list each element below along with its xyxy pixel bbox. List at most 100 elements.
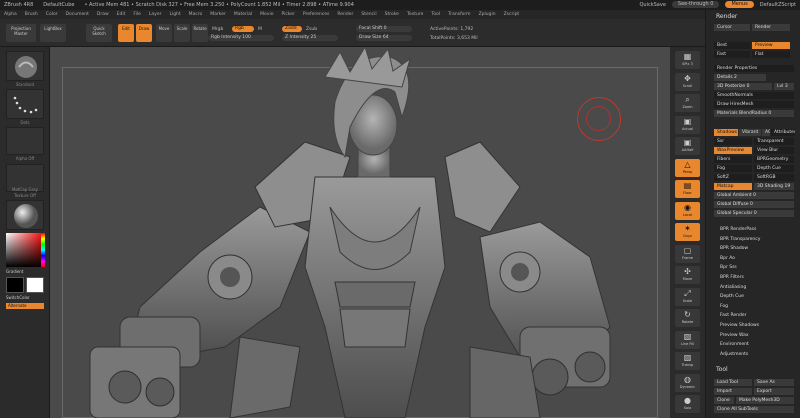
rotate-button[interactable]: Rotate (192, 24, 208, 42)
shelf-rotate-button[interactable]: ↻ Rotate (675, 309, 700, 327)
zadd-toggle[interactable]: Zadd (282, 26, 302, 32)
shelf-solo-button[interactable]: ● Solo (675, 395, 700, 413)
rgb-toggle[interactable]: Rgb (232, 26, 254, 32)
shelf-local-button[interactable]: ◉ Local (675, 201, 700, 220)
menu-render[interactable]: Render (337, 12, 353, 17)
fibers-toggle[interactable]: Fibers (714, 156, 752, 163)
smooth-normals-toggle[interactable]: SmoothNormals (714, 92, 794, 99)
shadows-toggle[interactable]: Shadows (714, 129, 738, 136)
menu-material[interactable]: Material (234, 12, 252, 17)
switch-color-button[interactable]: SwitchColor (6, 295, 30, 300)
menu-stroke[interactable]: Stroke (385, 12, 399, 17)
vibrant-toggle[interactable]: Vibrant (739, 129, 761, 136)
draw-size-slider[interactable]: Draw Size 64 (356, 35, 412, 41)
attributes-toggle[interactable]: Attributes (771, 129, 795, 136)
menu-marker[interactable]: Marker (210, 12, 226, 17)
projection-master-button[interactable]: Projection Master (6, 24, 36, 42)
clone-all-subtools-button[interactable]: Clone All SubTools (714, 406, 794, 413)
ssr-toggle[interactable]: Ssr (714, 138, 752, 145)
menu-layer[interactable]: Layer (149, 12, 162, 17)
mrgb-toggle[interactable]: Mrgb (212, 27, 223, 32)
tool-palette-header[interactable]: Tool (708, 365, 799, 374)
stroke-thumbnail[interactable] (6, 89, 44, 119)
clone-button[interactable]: Clone (714, 397, 734, 404)
shelf-scroll-button[interactable]: ✥ Scroll (675, 72, 700, 91)
shelf-line-fill-button[interactable]: ▧ Line Fill (675, 330, 700, 349)
save-as-button[interactable]: Save As (754, 379, 794, 386)
menu-zscript[interactable]: Zscript (504, 12, 520, 17)
zsub-toggle[interactable]: Zsub (306, 27, 317, 32)
shelf-dynamic-button[interactable]: ◍ Dynamic (675, 373, 700, 392)
shelf-zoom-button[interactable]: ⌕ Zoom (675, 94, 700, 112)
bpr-geometry-toggle[interactable]: BPRGeometry (754, 156, 794, 163)
subpalette-depth-cue[interactable]: Depth Cue (720, 294, 744, 299)
gradient-label[interactable]: Gradient (6, 269, 23, 274)
fast-render-button[interactable]: Fast (714, 51, 750, 58)
flat-render-button[interactable]: Flat (752, 51, 790, 58)
subpalette-fog[interactable]: Fog (720, 304, 728, 309)
m-toggle[interactable]: M (258, 27, 262, 32)
make-polymesh-button[interactable]: Make PolyMesh3D (736, 397, 794, 404)
menu-file[interactable]: File (133, 12, 141, 17)
canvas-viewport[interactable] (50, 47, 670, 418)
menu-stencil[interactable]: Stencil (361, 12, 376, 17)
alternate-button[interactable]: Alternate (6, 303, 44, 309)
menu-brush[interactable]: Brush (25, 12, 38, 17)
subpalette-bpr-transparency[interactable]: BPR Transparency (720, 237, 760, 242)
main-color-swatch[interactable] (6, 277, 24, 293)
menu-transform[interactable]: Transform (448, 12, 470, 17)
3d-posterize-slider[interactable]: 3D Posterize 0 (714, 83, 772, 90)
focal-shift-slider[interactable]: Focal Shift 0 (356, 26, 412, 32)
export-button[interactable]: Export (754, 388, 794, 395)
subpalette-environment[interactable]: Environment (720, 342, 749, 347)
draw-button[interactable]: Draw (136, 24, 152, 42)
preview-render-button[interactable]: Preview (752, 42, 790, 49)
global-diffuse-slider[interactable]: Global Diffuse 0 (714, 201, 794, 208)
subpalette-adjustments[interactable]: Adjustments (720, 352, 748, 357)
menu-movie[interactable]: Movie (260, 12, 273, 17)
shelf-persp-button[interactable]: △ Persp (675, 158, 700, 177)
menu-edit[interactable]: Edit (117, 12, 126, 17)
menu-color[interactable]: Color (46, 12, 58, 17)
quick-sketch-button[interactable]: Quick Sketch (86, 24, 112, 42)
menu-texture[interactable]: Texture (407, 12, 423, 17)
fog-toggle[interactable]: Fog (714, 165, 752, 172)
subpalette-preview-wax[interactable]: Preview Wax (720, 333, 749, 338)
shelf-move-button[interactable]: ✣ Move (675, 266, 700, 284)
material-thumbnail[interactable] (6, 200, 44, 230)
details-slider[interactable]: Details 2 (714, 74, 766, 81)
brush-thumbnail[interactable] (6, 51, 44, 81)
shelf-scale-button[interactable]: ⤢ Scale (675, 287, 700, 306)
hue-strip[interactable] (41, 233, 45, 267)
shelf-floor-button[interactable]: ▤ Floor (675, 180, 700, 198)
shelf-frame-button[interactable]: ▢ Frame (675, 244, 700, 263)
edit-button[interactable]: Edit (118, 24, 134, 42)
wax-preview-toggle[interactable]: WaxPreview (714, 147, 752, 154)
default-zscript[interactable]: DefaultZScript (760, 2, 796, 8)
global-ambient-slider[interactable]: Global Ambient 0 (714, 192, 794, 199)
global-specular-slider[interactable]: Global Specular 0 (714, 210, 794, 217)
shelf-transp-button[interactable]: ▨ Transp (675, 352, 700, 370)
subpalette-bpr-sss[interactable]: Bpr Sss (720, 265, 737, 270)
subpalette-bpr-renderpass[interactable]: BPR RenderPass (720, 227, 756, 232)
render-button[interactable]: Render (752, 24, 790, 31)
menu-zplugin[interactable]: Zplugin (479, 12, 496, 17)
render-palette-header[interactable]: Render (708, 12, 799, 21)
menu-alpha[interactable]: Alpha (4, 12, 17, 17)
transparent-toggle[interactable]: Transparent (754, 138, 794, 145)
menu-tool[interactable]: Tool (431, 12, 440, 17)
shelf-aahalf-button[interactable]: ▣ AAHalf (675, 137, 700, 155)
subpalette-bpr-filters[interactable]: BPR Filters (720, 275, 744, 280)
materials-blend-slider[interactable]: Materials BlendRadius 0 (714, 110, 794, 117)
alpha-thumbnail[interactable] (6, 127, 44, 155)
see-through-slider[interactable]: See-through 0 (671, 1, 720, 8)
import-button[interactable]: Import (714, 388, 752, 395)
z-intensity-slider[interactable]: Z Intensity 25 (282, 35, 338, 41)
shelf-spix-3-button[interactable]: ▦ SPix 3 (675, 51, 700, 69)
lightbox-button[interactable]: LightBox (40, 24, 66, 42)
render-properties-header[interactable]: Render Properties (714, 65, 794, 72)
softrgb-toggle[interactable]: SoftRGB (754, 174, 794, 181)
cursor-button[interactable]: Cursor (714, 24, 750, 31)
quicksave-button[interactable]: QuickSave (639, 2, 665, 8)
subpalette-fast-render[interactable]: Fast Render (720, 313, 747, 318)
